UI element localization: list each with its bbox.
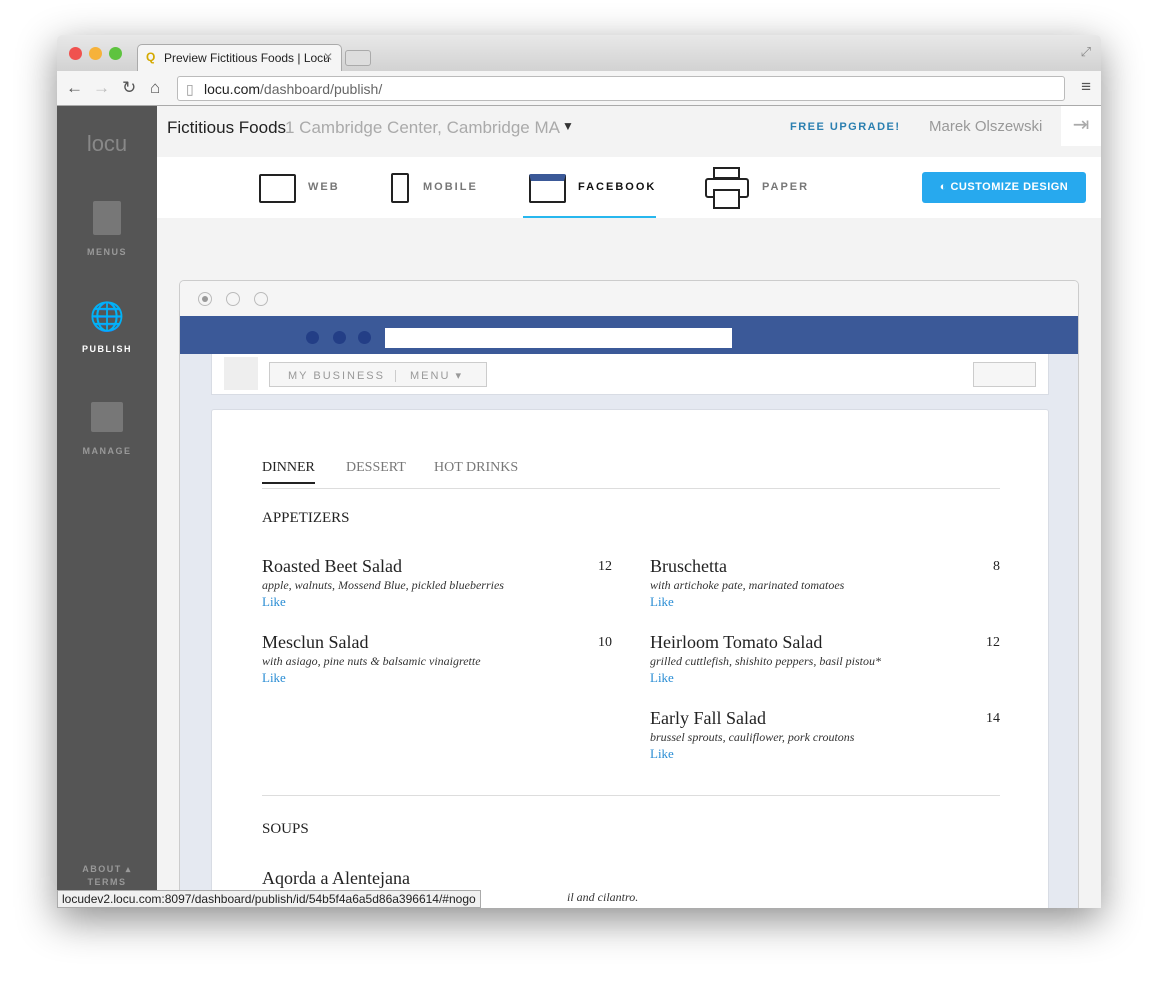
size-radio-1[interactable]	[198, 292, 212, 306]
tab-title: Preview Fictitious Foods | Locu	[164, 51, 330, 65]
about-link[interactable]: ABOUT ▴	[57, 863, 157, 876]
locu-logo[interactable]: locu	[57, 131, 157, 157]
my-business-tab[interactable]: MY BUSINESS	[270, 370, 396, 382]
sidebar-label: MENUS	[86, 247, 127, 257]
like-link[interactable]: Like	[650, 670, 1000, 686]
fullscreen-icon[interactable]: ⤢	[1081, 44, 1091, 60]
fb-page-nav: MY BUSINESS MENU ▾	[211, 354, 1049, 395]
size-radio-2[interactable]	[226, 292, 240, 306]
divider	[262, 488, 1000, 489]
section-title: SOUPS	[262, 821, 309, 837]
divider	[262, 795, 1000, 796]
browser-tab[interactable]: Q Preview Fictitious Foods | Locu ✕	[137, 44, 342, 71]
facebook-bar	[180, 316, 1078, 354]
tab-bar: Q Preview Fictitious Foods | Locu ✕ ⤢	[57, 35, 1101, 71]
maximize-window-button[interactable]	[109, 47, 122, 60]
forward-icon[interactable]: →	[93, 78, 110, 98]
page-thumbnail	[224, 357, 258, 390]
like-link[interactable]: Like	[650, 594, 1000, 610]
menu-tab[interactable]: MENU ▾	[396, 370, 463, 382]
sidebar-label: PUBLISH	[81, 344, 132, 354]
menu-item: Mesclun Salad 10 with asiago, pine nuts & …	[262, 632, 612, 686]
locu-favicon-icon: Q	[146, 50, 156, 64]
business-name: Fictitious Foods	[167, 118, 287, 137]
fb-action-button[interactable]	[973, 362, 1036, 387]
close-tab-icon[interactable]: ✕	[323, 50, 333, 64]
like-link[interactable]: Like	[262, 670, 612, 686]
home-icon[interactable]: ⌂	[150, 78, 160, 98]
close-window-button[interactable]	[69, 47, 82, 60]
menu-item: Bruschetta 8 with artichoke pate, marinate…	[650, 556, 1000, 610]
fb-dot	[333, 331, 346, 344]
printer-icon	[705, 167, 749, 209]
like-link[interactable]: Like	[650, 746, 1000, 762]
browser-toolbar: ← → ↻ ⌂ ▯ locu.com/dashboard/publish/ ≡	[57, 71, 1101, 106]
status-bar-url: locudev2.locu.com:8097/dashboard/publish…	[57, 890, 481, 908]
tab-facebook[interactable]: FACEBOOK	[523, 157, 656, 218]
reload-icon[interactable]: ↻	[122, 78, 136, 98]
store-icon	[91, 402, 123, 432]
footer-links: ABOUT ▴ TERMS	[57, 863, 157, 889]
facebook-preview-frame: MY BUSINESS MENU ▾ DINNER DESSERT HOT DRI…	[179, 280, 1079, 908]
address-bar[interactable]: ▯ locu.com/dashboard/publish/	[177, 76, 1065, 101]
menu-icon[interactable]: ≡	[1081, 77, 1091, 97]
user-name[interactable]: Marek Olszewski	[929, 118, 1042, 135]
fb-dot	[358, 331, 371, 344]
facebook-page-icon	[529, 174, 566, 203]
globe-icon: 🌐	[89, 301, 125, 332]
business-address: 1 Cambridge Center, Cambridge MA	[285, 118, 560, 137]
back-icon[interactable]: ←	[66, 78, 83, 98]
phone-icon	[391, 173, 409, 203]
logout-icon[interactable]: ⇥	[1061, 106, 1101, 146]
section-title: APPETIZERS	[262, 510, 350, 526]
sidebar-label: MANAGE	[82, 446, 132, 456]
menu-icon	[93, 201, 121, 235]
minimize-window-button[interactable]	[89, 47, 102, 60]
sidebar-item-menus[interactable]: MENUS	[57, 201, 157, 257]
menu-card: DINNER DESSERT HOT DRINKS APPETIZERS Roa…	[211, 409, 1049, 908]
url-host: locu.com	[204, 81, 261, 97]
menu-item: Early Fall Salad 14 brussel sprouts, cauli…	[650, 708, 1000, 762]
page-icon: ▯	[186, 81, 194, 97]
like-link[interactable]: Like	[262, 594, 612, 610]
browser-window: Q Preview Fictitious Foods | Locu ✕ ⤢ ← → …	[57, 35, 1101, 908]
new-tab-button[interactable]	[345, 50, 371, 66]
browser-window-icon	[259, 174, 296, 203]
terms-link[interactable]: TERMS	[57, 876, 157, 889]
customize-design-button[interactable]: ◐ CUSTOMIZE DESIGN	[922, 172, 1086, 203]
sidebar-item-manage[interactable]: MANAGE	[57, 402, 157, 456]
fb-nav-buttons: MY BUSINESS MENU ▾	[269, 362, 487, 387]
publish-tabs: WEB MOBILE FACEBOOK PAPER ◐ CUSTOMIZE DE…	[157, 157, 1101, 218]
location-dropdown-icon[interactable]: ▼	[562, 119, 574, 133]
fb-dot	[306, 331, 319, 344]
size-radio-3[interactable]	[254, 292, 268, 306]
menu-tab-dinner[interactable]: DINNER	[262, 460, 315, 484]
url-path: /dashboard/publish/	[260, 81, 383, 97]
contrast-icon: ◐	[939, 181, 951, 193]
sidebar-item-publish[interactable]: 🌐 PUBLISH	[57, 300, 157, 354]
top-header: Fictitious Foods 1 Cambridge Center, Cam…	[157, 106, 1101, 157]
fb-search-bar	[385, 328, 732, 348]
menu-item: Heirloom Tomato Salad 12 grilled cuttlefis…	[650, 632, 1000, 686]
menu-item: Roasted Beet Salad 12 apple, walnuts, Moss…	[262, 556, 612, 610]
menu-tab-dessert[interactable]: DESSERT	[346, 460, 406, 476]
sidebar: locu MENUS 🌐 PUBLISH MANAGE ABOUT ▴ TERMS	[57, 106, 157, 908]
free-upgrade-link[interactable]: FREE UPGRADE!	[790, 121, 901, 133]
menu-tab-hot-drinks[interactable]: HOT DRINKS	[434, 460, 518, 476]
preview-size-selector	[180, 281, 1078, 316]
